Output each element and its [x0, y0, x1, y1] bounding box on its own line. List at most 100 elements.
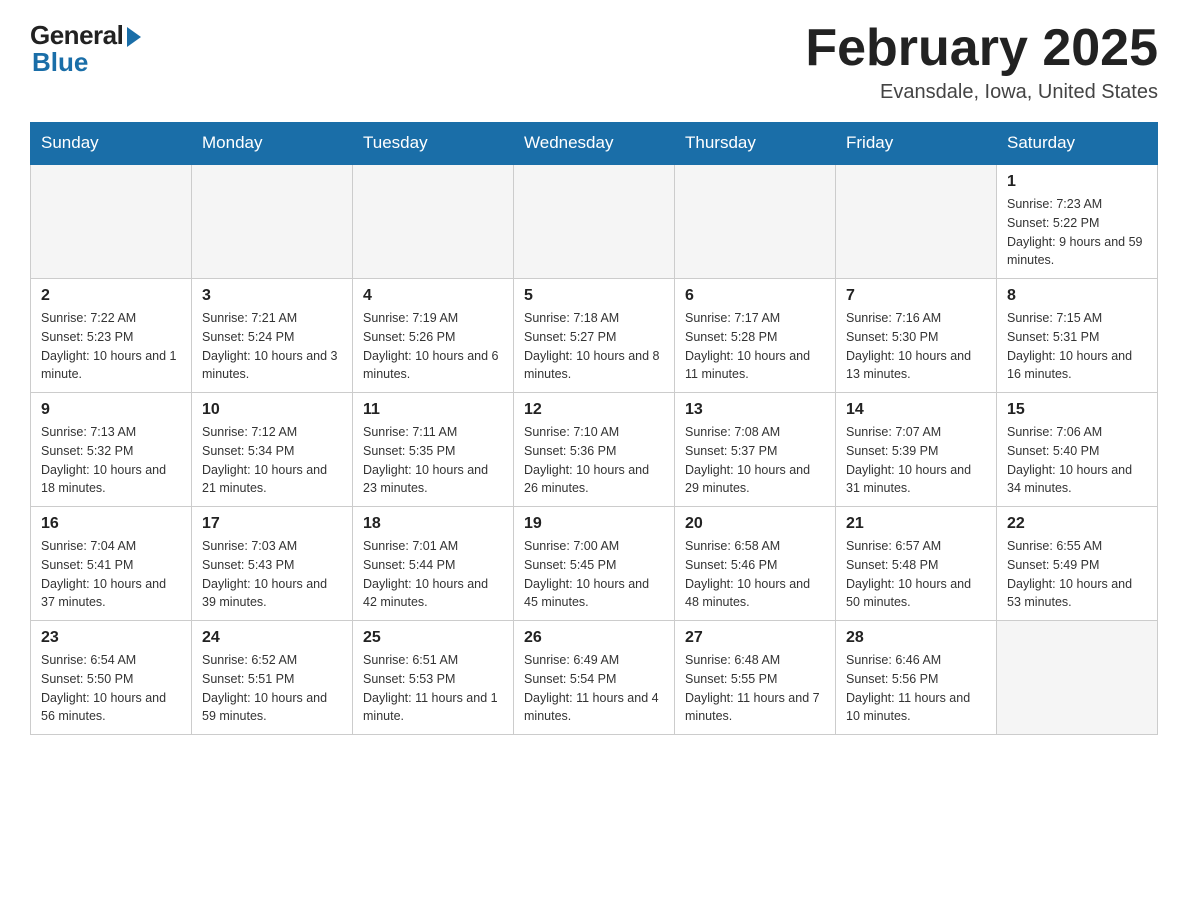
calendar-cell: [192, 164, 353, 279]
calendar-cell: 11Sunrise: 7:11 AM Sunset: 5:35 PM Dayli…: [353, 393, 514, 507]
col-header-monday: Monday: [192, 123, 353, 165]
calendar-cell: 26 Sunrise: 6:49 AM Sunset: 5:54 PM Dayli…: [514, 621, 675, 735]
day-number: 8: [1007, 287, 1147, 305]
calendar-cell: 18 Sunrise: 7:01 AM Sunset: 5:44 PM Dayli…: [353, 507, 514, 621]
calendar-cell: 7 Sunrise: 7:16 AM Sunset: 5:30 PM Daylig…: [836, 279, 997, 393]
day-info: Sunrise: 7:17 AM Sunset: 5:28 PM Dayligh…: [685, 309, 825, 384]
calendar-cell: [997, 621, 1158, 735]
day-info: Sunrise: 7:08 AM Sunset: 5:37 PM Dayligh…: [685, 423, 825, 498]
day-info: Sunrise: 7:12 AM Sunset: 5:34 PM Dayligh…: [202, 423, 342, 498]
day-number: 20: [685, 515, 825, 533]
day-number: 9: [41, 401, 181, 419]
day-info: Sunrise: 6:48 AM Sunset: 5:55 PM Dayligh…: [685, 651, 825, 726]
day-info: Sunrise: 7:07 AM Sunset: 5:39 PM Dayligh…: [846, 423, 986, 498]
calendar-cell: 24 Sunrise: 6:52 AM Sunset: 5:51 PM Dayli…: [192, 621, 353, 735]
day-number: 18: [363, 515, 503, 533]
day-number: 7: [846, 287, 986, 305]
day-info: Sunrise: 6:55 AM Sunset: 5:49 PM Dayligh…: [1007, 537, 1147, 612]
calendar-cell: [353, 164, 514, 279]
calendar-cell: 13 Sunrise: 7:08 AM Sunset: 5:37 PM Dayli…: [675, 393, 836, 507]
calendar-cell: 14Sunrise: 7:07 AM Sunset: 5:39 PM Dayli…: [836, 393, 997, 507]
calendar-cell: 25Sunrise: 6:51 AM Sunset: 5:53 PM Dayli…: [353, 621, 514, 735]
calendar-cell: 27Sunrise: 6:48 AM Sunset: 5:55 PM Dayli…: [675, 621, 836, 735]
calendar-cell: 2Sunrise: 7:22 AM Sunset: 5:23 PM Daylig…: [31, 279, 192, 393]
calendar-cell: 5Sunrise: 7:18 AM Sunset: 5:27 PM Daylig…: [514, 279, 675, 393]
day-number: 10: [202, 401, 342, 419]
col-header-wednesday: Wednesday: [514, 123, 675, 165]
calendar-cell: [836, 164, 997, 279]
calendar-cell: 4 Sunrise: 7:19 AM Sunset: 5:26 PM Daylig…: [353, 279, 514, 393]
location-subtitle: Evansdale, Iowa, United States: [805, 81, 1158, 104]
calendar-cell: 3Sunrise: 7:21 AM Sunset: 5:24 PM Daylig…: [192, 279, 353, 393]
calendar-cell: [675, 164, 836, 279]
calendar-cell: 19 Sunrise: 7:00 AM Sunset: 5:45 PM Dayli…: [514, 507, 675, 621]
calendar-cell: 10 Sunrise: 7:12 AM Sunset: 5:34 PM Dayli…: [192, 393, 353, 507]
day-info: Sunrise: 7:13 AM Sunset: 5:32 PM Dayligh…: [41, 423, 181, 498]
calendar-cell: 21 Sunrise: 6:57 AM Sunset: 5:48 PM Dayli…: [836, 507, 997, 621]
day-info: Sunrise: 7:10 AM Sunset: 5:36 PM Dayligh…: [524, 423, 664, 498]
day-info: Sunrise: 7:04 AM Sunset: 5:41 PM Dayligh…: [41, 537, 181, 612]
calendar-cell: 16Sunrise: 7:04 AM Sunset: 5:41 PM Dayli…: [31, 507, 192, 621]
calendar-cell: 22 Sunrise: 6:55 AM Sunset: 5:49 PM Dayli…: [997, 507, 1158, 621]
day-info: Sunrise: 7:01 AM Sunset: 5:44 PM Dayligh…: [363, 537, 503, 612]
day-info: Sunrise: 7:11 AM Sunset: 5:35 PM Dayligh…: [363, 423, 503, 498]
calendar-cell: [31, 164, 192, 279]
day-number: 12: [524, 401, 664, 419]
calendar-cell: 8 Sunrise: 7:15 AM Sunset: 5:31 PM Daylig…: [997, 279, 1158, 393]
calendar-table: SundayMondayTuesdayWednesdayThursdayFrid…: [30, 122, 1158, 735]
calendar-header-row: SundayMondayTuesdayWednesdayThursdayFrid…: [31, 123, 1158, 165]
day-info: Sunrise: 6:54 AM Sunset: 5:50 PM Dayligh…: [41, 651, 181, 726]
logo-arrow-icon: [127, 27, 141, 47]
calendar-cell: 12 Sunrise: 7:10 AM Sunset: 5:36 PM Dayli…: [514, 393, 675, 507]
day-number: 15: [1007, 401, 1147, 419]
calendar-cell: 6 Sunrise: 7:17 AM Sunset: 5:28 PM Daylig…: [675, 279, 836, 393]
calendar-cell: 9 Sunrise: 7:13 AM Sunset: 5:32 PM Daylig…: [31, 393, 192, 507]
day-number: 24: [202, 629, 342, 647]
calendar-cell: 15 Sunrise: 7:06 AM Sunset: 5:40 PM Dayli…: [997, 393, 1158, 507]
day-number: 28: [846, 629, 986, 647]
day-number: 23: [41, 629, 181, 647]
day-info: Sunrise: 7:06 AM Sunset: 5:40 PM Dayligh…: [1007, 423, 1147, 498]
day-info: Sunrise: 7:16 AM Sunset: 5:30 PM Dayligh…: [846, 309, 986, 384]
day-number: 22: [1007, 515, 1147, 533]
day-info: Sunrise: 6:57 AM Sunset: 5:48 PM Dayligh…: [846, 537, 986, 612]
calendar-week-row: 9 Sunrise: 7:13 AM Sunset: 5:32 PM Daylig…: [31, 393, 1158, 507]
logo-blue-text: Blue: [32, 47, 88, 78]
month-title: February 2025: [805, 20, 1158, 77]
day-info: Sunrise: 7:15 AM Sunset: 5:31 PM Dayligh…: [1007, 309, 1147, 384]
calendar-week-row: 2Sunrise: 7:22 AM Sunset: 5:23 PM Daylig…: [31, 279, 1158, 393]
logo: General Blue: [30, 20, 141, 78]
day-number: 17: [202, 515, 342, 533]
day-info: Sunrise: 6:52 AM Sunset: 5:51 PM Dayligh…: [202, 651, 342, 726]
calendar-week-row: 16Sunrise: 7:04 AM Sunset: 5:41 PM Dayli…: [31, 507, 1158, 621]
day-number: 19: [524, 515, 664, 533]
day-info: Sunrise: 7:23 AM Sunset: 5:22 PM Dayligh…: [1007, 195, 1147, 270]
col-header-sunday: Sunday: [31, 123, 192, 165]
day-info: Sunrise: 6:46 AM Sunset: 5:56 PM Dayligh…: [846, 651, 986, 726]
day-info: Sunrise: 7:03 AM Sunset: 5:43 PM Dayligh…: [202, 537, 342, 612]
day-number: 13: [685, 401, 825, 419]
calendar-week-row: 23 Sunrise: 6:54 AM Sunset: 5:50 PM Dayli…: [31, 621, 1158, 735]
calendar-week-row: 1 Sunrise: 7:23 AM Sunset: 5:22 PM Daylig…: [31, 164, 1158, 279]
calendar-cell: 1 Sunrise: 7:23 AM Sunset: 5:22 PM Daylig…: [997, 164, 1158, 279]
day-number: 1: [1007, 173, 1147, 191]
calendar-cell: 17 Sunrise: 7:03 AM Sunset: 5:43 PM Dayli…: [192, 507, 353, 621]
calendar-cell: 28 Sunrise: 6:46 AM Sunset: 5:56 PM Dayli…: [836, 621, 997, 735]
day-info: Sunrise: 6:49 AM Sunset: 5:54 PM Dayligh…: [524, 651, 664, 726]
day-number: 25: [363, 629, 503, 647]
col-header-thursday: Thursday: [675, 123, 836, 165]
day-number: 26: [524, 629, 664, 647]
calendar-cell: [514, 164, 675, 279]
day-number: 3: [202, 287, 342, 305]
day-info: Sunrise: 7:19 AM Sunset: 5:26 PM Dayligh…: [363, 309, 503, 384]
day-number: 2: [41, 287, 181, 305]
day-number: 4: [363, 287, 503, 305]
day-info: Sunrise: 6:58 AM Sunset: 5:46 PM Dayligh…: [685, 537, 825, 612]
day-number: 21: [846, 515, 986, 533]
day-info: Sunrise: 7:18 AM Sunset: 5:27 PM Dayligh…: [524, 309, 664, 384]
calendar-cell: 23 Sunrise: 6:54 AM Sunset: 5:50 PM Dayli…: [31, 621, 192, 735]
col-header-tuesday: Tuesday: [353, 123, 514, 165]
day-number: 6: [685, 287, 825, 305]
day-info: Sunrise: 7:00 AM Sunset: 5:45 PM Dayligh…: [524, 537, 664, 612]
col-header-friday: Friday: [836, 123, 997, 165]
